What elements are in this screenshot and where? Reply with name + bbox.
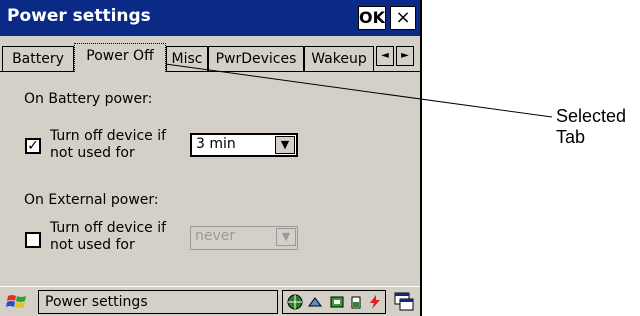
tab-power-off[interactable]: Power Off: [74, 43, 166, 72]
selected-tab-annotation: Selected Tab: [556, 106, 627, 147]
